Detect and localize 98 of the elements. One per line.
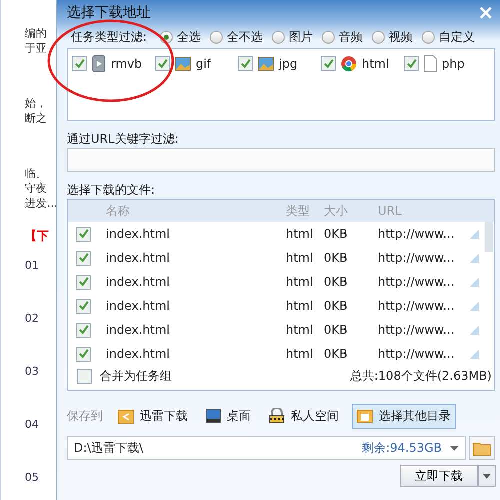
table-cell-text: html bbox=[286, 299, 314, 313]
checkbox[interactable] bbox=[321, 56, 336, 71]
table-cell-text: 0KB bbox=[324, 275, 349, 289]
radio-option[interactable]: 音频 bbox=[322, 28, 364, 46]
table-cell-text: 0KB bbox=[324, 299, 349, 313]
location-button[interactable]: 迅雷下载 bbox=[113, 404, 193, 428]
corner-triangle-icon bbox=[470, 350, 479, 358]
page-text: 05 bbox=[25, 470, 40, 485]
table-cell-text: html bbox=[286, 347, 314, 361]
page-text: 【下 bbox=[25, 229, 50, 244]
radio-option[interactable]: 全选 bbox=[160, 28, 202, 46]
page-text: 始， bbox=[25, 96, 48, 111]
close-icon[interactable] bbox=[480, 7, 492, 19]
merge-label: 合并为任务组 bbox=[100, 368, 172, 385]
table-cell-text: 0KB bbox=[324, 347, 349, 361]
page-text: 03 bbox=[25, 364, 40, 379]
url-filter-label: 通过URL关键字过滤: bbox=[67, 131, 180, 145]
file-type-label: html bbox=[362, 56, 390, 70]
file-type-label: php bbox=[442, 56, 465, 70]
column-header: 大小 bbox=[324, 202, 349, 220]
table-cell-text: html bbox=[286, 323, 314, 337]
browse-folder-button[interactable] bbox=[469, 436, 495, 460]
location-button[interactable]: 选择其他目录 bbox=[352, 404, 456, 428]
scrollbar[interactable] bbox=[485, 222, 493, 252]
column-header: 类型 bbox=[286, 202, 311, 220]
files-label: 选择下载的文件: bbox=[67, 182, 156, 196]
radio-option[interactable]: 全不选 bbox=[210, 28, 264, 46]
table-cell-text: index.html bbox=[106, 347, 171, 361]
table-cell-text: http://www... bbox=[378, 251, 456, 265]
table-cell-text: index.html bbox=[106, 275, 171, 289]
checkbox[interactable] bbox=[155, 56, 170, 71]
folder-icon bbox=[357, 409, 373, 423]
picture-icon bbox=[258, 56, 274, 70]
window-title: 选择下载地址 bbox=[67, 4, 151, 22]
checkbox[interactable] bbox=[76, 322, 91, 338]
table-cell-text: index.html bbox=[106, 299, 171, 313]
table-cell-text: 0KB bbox=[324, 323, 349, 337]
folder-icon bbox=[473, 440, 491, 456]
location-button[interactable]: 桌面 bbox=[201, 404, 256, 428]
lock-icon bbox=[269, 408, 285, 424]
column-header: 名称 bbox=[106, 202, 131, 220]
download-now-button[interactable]: 立即下载 bbox=[400, 465, 478, 487]
checkbox[interactable] bbox=[76, 226, 91, 242]
page-text: 临。 bbox=[25, 166, 48, 181]
corner-triangle-icon bbox=[470, 254, 479, 262]
table-cell-text: index.html bbox=[106, 251, 171, 265]
save-to-label: 保存到 bbox=[67, 408, 103, 424]
browser-icon bbox=[341, 56, 357, 72]
monitor-icon bbox=[206, 409, 221, 423]
file-type-label: jpg bbox=[279, 56, 298, 70]
file-type-label: gif bbox=[196, 56, 212, 70]
page-text: 守夜 bbox=[25, 181, 48, 196]
dropdown-arrow-icon[interactable] bbox=[450, 446, 459, 450]
page-text: 02 bbox=[25, 311, 40, 326]
checkbox[interactable] bbox=[238, 56, 253, 71]
dropdown-button[interactable] bbox=[478, 465, 496, 487]
checkbox[interactable] bbox=[76, 274, 91, 290]
path-field[interactable]: D:\迅雷下载\ 剩余:94.53GB bbox=[67, 436, 466, 460]
column-header: URL bbox=[378, 204, 403, 218]
table-cell-text: http://www... bbox=[378, 347, 456, 361]
page-text: 编的 bbox=[25, 26, 48, 41]
page-text: 于亚 bbox=[25, 41, 48, 56]
corner-triangle-icon bbox=[470, 230, 479, 238]
page-text: 01 bbox=[25, 258, 40, 273]
radio-option[interactable]: 图片 bbox=[272, 28, 314, 46]
video-file-icon bbox=[92, 54, 106, 72]
checkbox[interactable] bbox=[76, 250, 91, 266]
table-cell-text: html bbox=[286, 275, 314, 289]
document-icon bbox=[424, 55, 437, 72]
caret-icon bbox=[483, 474, 491, 478]
table-cell-text: http://www... bbox=[378, 299, 456, 313]
table-cell-text: 0KB bbox=[324, 251, 349, 265]
url-filter-field[interactable] bbox=[67, 148, 495, 172]
page-text: 04 bbox=[25, 417, 40, 432]
location-button[interactable]: 私人空间 bbox=[264, 404, 344, 428]
table-cell-text: http://www... bbox=[378, 323, 456, 337]
checkbox[interactable] bbox=[72, 56, 87, 71]
checkbox[interactable] bbox=[77, 369, 92, 384]
corner-triangle-icon bbox=[470, 326, 479, 334]
picture-icon bbox=[175, 56, 191, 70]
table-cell-text: html bbox=[286, 251, 314, 265]
corner-triangle-icon bbox=[470, 302, 479, 310]
filter-label: 任务类型过滤: bbox=[71, 28, 148, 46]
checkbox[interactable] bbox=[76, 346, 91, 362]
radio-option[interactable]: 自定义 bbox=[422, 28, 476, 46]
file-type-label: rmvb bbox=[111, 56, 142, 70]
table-cell-text: http://www... bbox=[378, 275, 456, 289]
corner-triangle-icon bbox=[470, 278, 479, 286]
table-cell-text: 0KB bbox=[324, 227, 349, 241]
table-cell-text: index.html bbox=[106, 227, 171, 241]
table-cell-text: index.html bbox=[106, 323, 171, 337]
page-text: 断之 bbox=[25, 111, 48, 126]
table-cell-text: html bbox=[286, 227, 314, 241]
radio-option[interactable]: 视频 bbox=[372, 28, 414, 46]
table-cell-text: http://www... bbox=[378, 227, 456, 241]
checkbox[interactable] bbox=[76, 298, 91, 314]
checkbox[interactable] bbox=[404, 56, 419, 71]
total-text: 总共:108个文件(2.63MB) bbox=[350, 368, 492, 385]
